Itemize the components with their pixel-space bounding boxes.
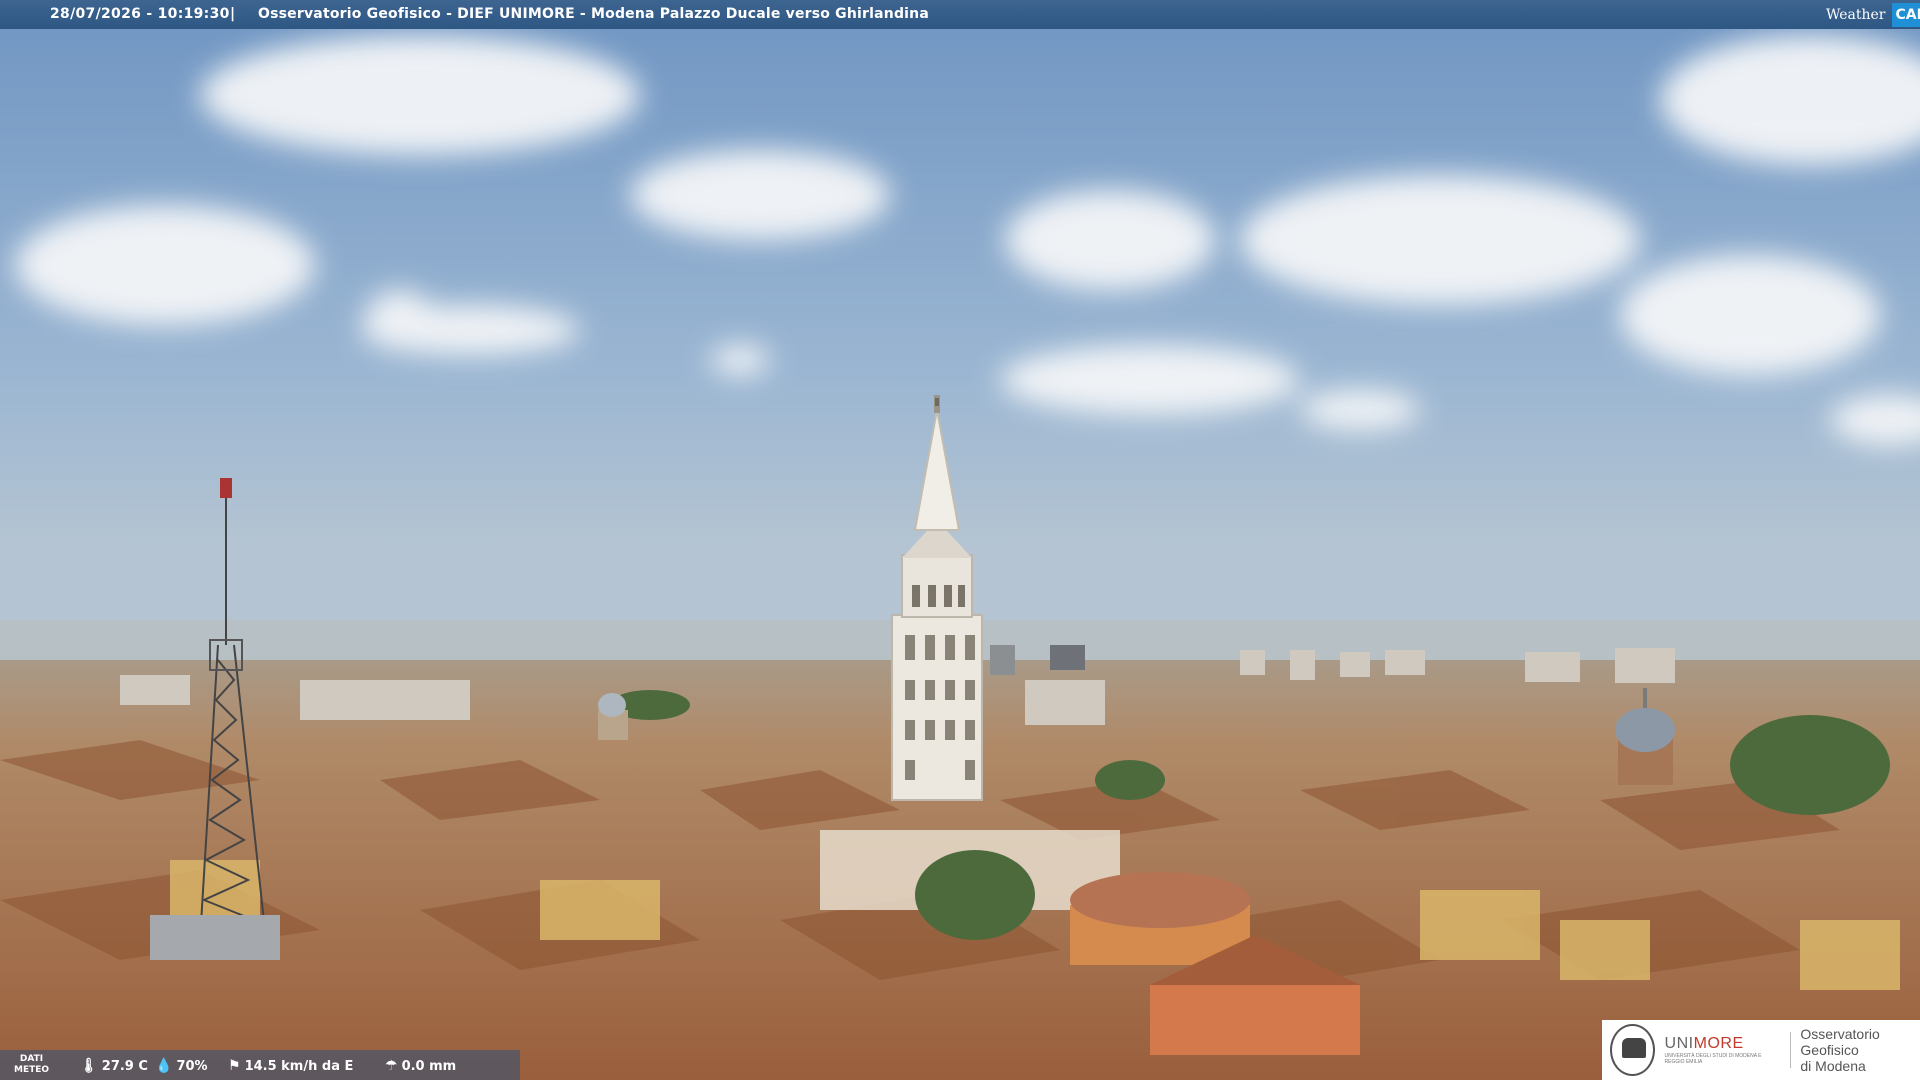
- weathercam-logo: Weather CAM: [1812, 0, 1920, 29]
- camera-caption: Osservatorio Geofisico - DIEF UNIMORE - …: [258, 6, 929, 22]
- meteo-data-bar: DATI METEO 🌡 27.9 C 💧 70% ⚑ 14.5 km/h da…: [0, 1050, 520, 1080]
- rain-reading: ☂ 0.0 mm: [385, 1058, 456, 1074]
- meteo-label: DATI METEO: [14, 1054, 50, 1075]
- unimore-logo: UNIMORE UNIVERSITÀ DEGLI STUDI DI MODENA…: [1665, 1035, 1780, 1065]
- brand-divider: [1789, 1032, 1791, 1068]
- header-separator: |: [230, 6, 236, 22]
- wind-icon: ⚑: [228, 1058, 241, 1074]
- humidity-reading: 💧 70%: [155, 1058, 208, 1074]
- timestamp: 28/07/2026 - 10:19:30: [50, 6, 230, 22]
- wind-reading: ⚑ 14.5 km/h da E: [228, 1058, 353, 1074]
- temperature-reading: 🌡 27.9 C: [80, 1058, 148, 1074]
- wind-value: 14.5 km/h da E: [244, 1058, 354, 1074]
- cam-logo-text: CAM: [1891, 2, 1920, 27]
- weather-logo-text: Weather: [1826, 6, 1886, 23]
- unimore-brand-panel: UNIMORE UNIVERSITÀ DEGLI STUDI DI MODENA…: [1602, 1020, 1920, 1080]
- webcam-scene: [0, 0, 1920, 1080]
- rain-value: 0.0 mm: [401, 1058, 457, 1074]
- header-bar: 28/07/2026 - 10:19:30 | Osservatorio Geo…: [0, 0, 1920, 29]
- university-seal-icon: [1610, 1024, 1655, 1076]
- thermometer-icon: 🌡: [80, 1058, 98, 1074]
- temperature-value: 27.9 C: [101, 1058, 148, 1074]
- humidity-value: 70%: [176, 1058, 208, 1074]
- unimore-subtitle: UNIVERSITÀ DEGLI STUDI DI MODENA E REGGI…: [1664, 1053, 1762, 1065]
- antenna-base: [150, 915, 280, 960]
- observatory-name: Osservatorio Geofisico di Modena: [1800, 1026, 1880, 1074]
- domed-building-left: [598, 693, 628, 740]
- rain-icon: ☂: [385, 1058, 398, 1074]
- humidity-drop-icon: 💧: [155, 1058, 173, 1074]
